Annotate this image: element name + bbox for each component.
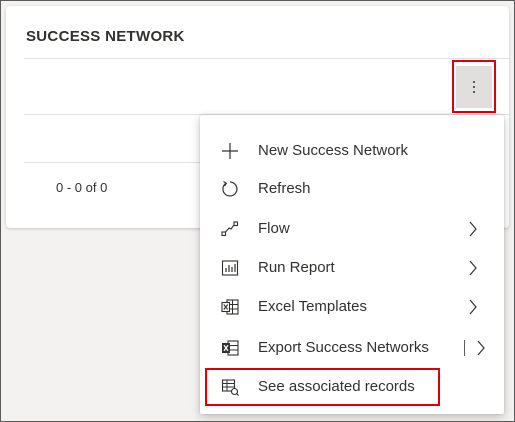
more-vertical-icon xyxy=(473,80,475,93)
chevron-right-icon xyxy=(466,259,480,277)
menu-item-label: Run Report xyxy=(258,259,335,276)
plus-icon xyxy=(218,139,242,163)
menu-item-label: New Success Network xyxy=(258,142,409,159)
menu-item-excel-templates[interactable]: Excel Templates xyxy=(200,287,504,326)
menu-item-export-success-networks[interactable]: Export Success Networks xyxy=(200,328,504,367)
menu-item-run-report[interactable]: Run Report xyxy=(200,248,504,287)
overflow-menu: New Success Network Refresh Flow Run Rep… xyxy=(200,115,504,414)
flow-icon xyxy=(218,217,242,241)
menu-item-label: Export Success Networks xyxy=(258,339,429,356)
grid-divider xyxy=(24,162,204,163)
report-icon xyxy=(218,256,242,280)
chevron-right-icon xyxy=(466,220,480,238)
more-commands-button-surface[interactable] xyxy=(456,65,492,108)
menu-item-label: Refresh xyxy=(258,180,311,197)
chevron-right-icon[interactable] xyxy=(474,339,488,357)
more-commands-button[interactable] xyxy=(452,60,496,113)
menu-item-label: Excel Templates xyxy=(258,298,367,315)
card-title: SUCCESS NETWORK xyxy=(26,28,185,45)
header-divider xyxy=(24,58,509,59)
chevron-right-icon xyxy=(466,298,480,316)
menu-item-see-associated-records[interactable]: See associated records xyxy=(200,367,504,406)
menu-item-label: Flow xyxy=(258,220,290,237)
menu-item-label: See associated records xyxy=(258,378,415,395)
refresh-icon xyxy=(218,177,242,201)
associated-records-icon xyxy=(218,375,242,399)
excel-template-icon xyxy=(218,295,242,319)
excel-export-icon xyxy=(218,336,242,360)
menu-item-flow[interactable]: Flow xyxy=(200,209,504,248)
split-divider xyxy=(464,339,465,356)
menu-item-refresh[interactable]: Refresh xyxy=(200,169,504,208)
menu-item-new-success-network[interactable]: New Success Network xyxy=(200,131,504,170)
paging-status: 0 - 0 of 0 xyxy=(56,180,108,195)
